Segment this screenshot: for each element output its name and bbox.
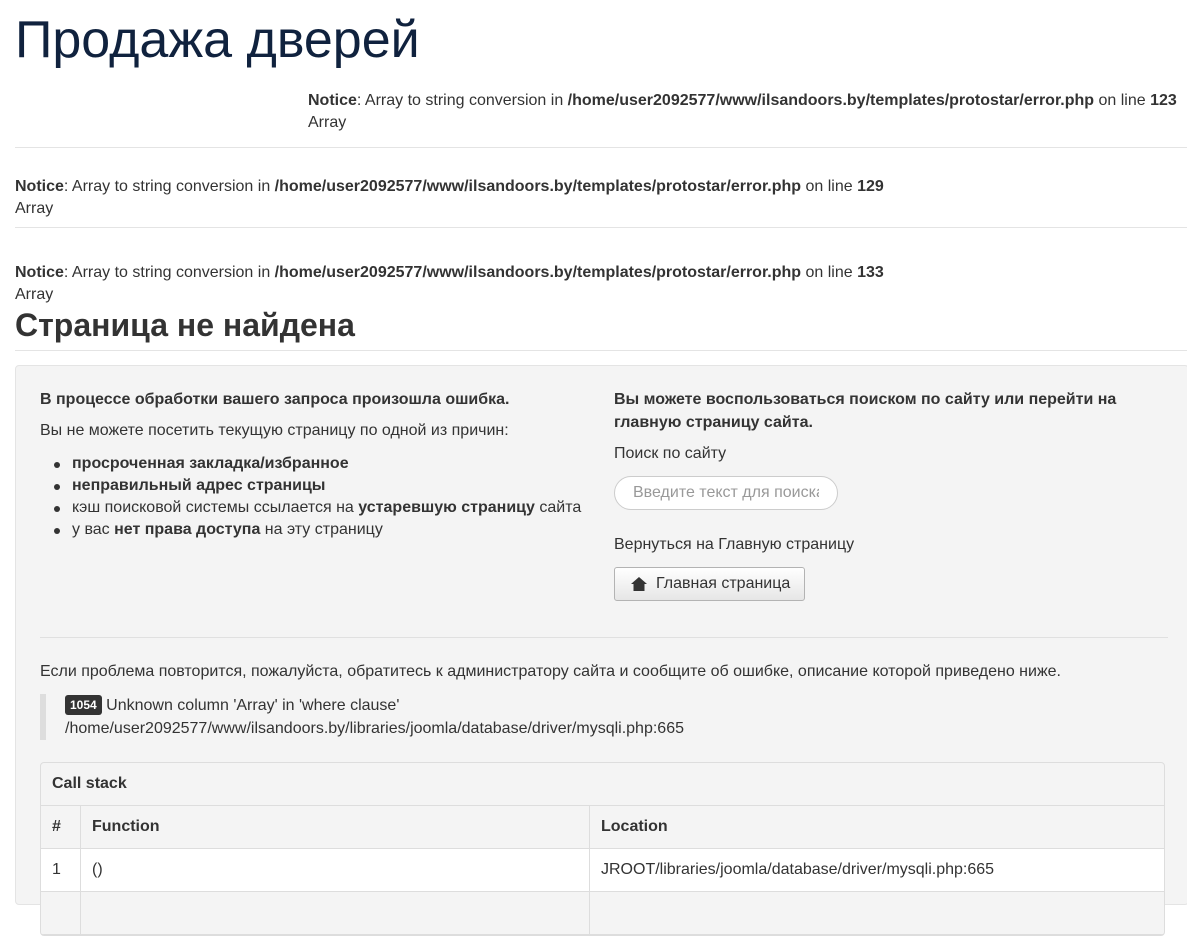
reason-text: на эту страницу [260, 521, 383, 538]
notice-line-number: 123 [1150, 92, 1177, 109]
error-title: В процессе обработки вашего запроса прои… [40, 391, 510, 408]
site-title[interactable]: Продажа дверей [15, 8, 420, 72]
reason-text: сайта [534, 499, 582, 516]
problem-text: Если проблема повторится, пожалуйста, об… [40, 663, 1061, 680]
search-title: Вы можете воспользоваться поиском по сай… [614, 391, 1117, 431]
reason-text: у вас [72, 521, 115, 538]
divider [15, 147, 1187, 148]
notice-value: Array [15, 200, 54, 217]
search-column: Вы можете воспользоваться поиском по сай… [614, 388, 1174, 601]
notice-label: Notice [308, 92, 357, 109]
error-panel: В процессе обработки вашего запроса прои… [15, 365, 1187, 936]
divider [15, 227, 1187, 228]
error-message: Unknown column 'Array' in 'where clause' [101, 697, 400, 714]
row-number: 1 [41, 848, 81, 892]
reason-emphasis: нет права доступа [114, 521, 261, 538]
php-notice: Notice: Array to string conversion in /h… [308, 90, 1177, 134]
notice-label: Notice [15, 178, 64, 195]
notice-line-number: 129 [857, 178, 884, 195]
list-item: у вас нет права доступа на эту страницу [54, 519, 600, 541]
reasons-intro: Вы не можете посетить текущую страницу п… [40, 422, 509, 439]
search-label: Поиск по сайту [614, 445, 727, 462]
column-header: Location [589, 806, 1164, 849]
column-header: Function [80, 806, 590, 849]
call-stack-title: Call stack [41, 763, 1164, 806]
notice-on-line: on line [801, 264, 858, 281]
reasons-list: просроченная закладка/избранное неправил… [40, 453, 600, 541]
error-reasons-column: В процессе обработки вашего запроса прои… [40, 388, 600, 541]
page-heading: Страница не найдена [15, 307, 355, 343]
notice-message: : Array to string conversion in [356, 92, 568, 109]
php-notice: Notice: Array to string conversion in /h… [15, 262, 884, 306]
row-function: () [80, 848, 590, 892]
list-item: неправильный адрес страницы [54, 475, 600, 497]
list-item: кэш поисковой системы ссылается на устар… [54, 497, 600, 519]
reason-text: неправильный адрес страницы [72, 477, 326, 494]
home-button[interactable]: Главная страница [614, 567, 806, 601]
home-label: Вернуться на Главную страницу [614, 536, 855, 553]
home-button-label: Главная страница [656, 575, 791, 592]
reason-text: просроченная закладка/избранное [72, 455, 349, 472]
notice-path: /home/user2092577/www/ilsandoors.by/temp… [274, 178, 802, 195]
notice-message: : Array to string conversion in [63, 264, 275, 281]
notice-value: Array [308, 114, 347, 131]
table-header-row: # Function Location [41, 806, 1164, 849]
table-row [41, 891, 1164, 935]
list-item: просроченная закладка/избранное [54, 453, 600, 475]
reason-emphasis: устаревшую страницу [358, 499, 535, 516]
notice-path: /home/user2092577/www/ilsandoors.by/temp… [567, 92, 1095, 109]
search-input[interactable] [614, 476, 838, 510]
column-header: # [41, 806, 81, 849]
notice-path: /home/user2092577/www/ilsandoors.by/temp… [274, 264, 802, 281]
error-file: /home/user2092577/www/ilsandoors.by/libr… [65, 720, 684, 737]
divider [40, 637, 1168, 638]
call-stack-panel: Call stack # Function Location 1 () JROO… [40, 762, 1165, 936]
notice-line-number: 133 [857, 264, 884, 281]
table-row: 1 () JROOT/libraries/joomla/database/dri… [41, 848, 1164, 892]
reason-text: кэш поисковой системы ссылается на [72, 499, 359, 516]
notice-message: : Array to string conversion in [63, 178, 275, 195]
divider [15, 350, 1187, 351]
row-location: JROOT/libraries/joomla/database/driver/m… [589, 848, 1164, 892]
php-notice: Notice: Array to string conversion in /h… [15, 176, 884, 220]
home-icon [631, 577, 647, 591]
notice-on-line: on line [1094, 92, 1151, 109]
error-details: 1054 Unknown column 'Array' in 'where cl… [40, 694, 684, 740]
notice-label: Notice [15, 264, 64, 281]
notice-on-line: on line [801, 178, 858, 195]
notice-value: Array [15, 286, 54, 303]
call-stack-table: # Function Location 1 () JROOT/libraries… [41, 806, 1164, 935]
error-code-badge: 1054 [65, 695, 102, 715]
